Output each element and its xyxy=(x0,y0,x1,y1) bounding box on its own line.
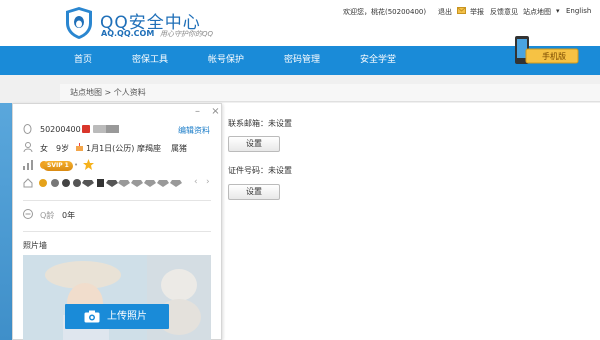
star-icon xyxy=(83,159,94,172)
welcome-text: 欢迎您，桃花(50200400) xyxy=(343,8,427,16)
profile-card: – × 50200400 编辑资料 女 9岁 1月1日(公历) 摩羯座 属猪 S… xyxy=(12,103,222,340)
upload-photo-label: 上传照片 xyxy=(107,311,147,322)
chinese-zodiac: 属猪 xyxy=(171,144,187,153)
mail-icon[interactable] xyxy=(457,7,466,16)
upload-photo-button[interactable]: 上传照片 xyxy=(65,304,169,329)
site-domain: AQ.QQ.COM xyxy=(101,29,155,38)
nav-item-password[interactable]: 密码管理 xyxy=(272,46,332,75)
site-slogan: 用心守护你的QQ xyxy=(160,30,214,38)
nav-item-home[interactable]: 首页 xyxy=(56,46,110,75)
level-badge-icon xyxy=(93,125,119,135)
mobile-version-label: 手机版 xyxy=(542,52,566,61)
q-age-value: 0年 xyxy=(62,211,76,220)
svip-badge: SVIP 1 xyxy=(43,161,73,171)
badge-icons-row xyxy=(39,178,189,188)
age: 9岁 xyxy=(56,144,70,153)
qq-penguin-icon xyxy=(23,124,32,137)
top-bar: 欢迎您，桃花(50200400) 退出 举报 反馈意见 站点地图 ▾ Engli… xyxy=(0,7,600,17)
mobile-version-badge[interactable]: 手机版 xyxy=(512,34,582,68)
close-button[interactable]: × xyxy=(211,106,219,117)
set-id-button[interactable]: 设置 xyxy=(228,184,280,200)
camera-icon xyxy=(84,310,100,323)
vip-badge-icon xyxy=(82,125,90,135)
dot-separator: • xyxy=(74,161,79,169)
divider xyxy=(23,231,211,232)
minimize-button[interactable]: – xyxy=(195,106,200,117)
main-nav: 首页 密保工具 帐号保护 密码管理 安全学堂 xyxy=(0,46,600,75)
q-age-icon xyxy=(23,209,33,222)
chevron-down-icon[interactable]: ▾ xyxy=(556,7,560,15)
chevron-left-icon[interactable]: ‹ xyxy=(194,177,198,187)
set-email-button[interactable]: 设置 xyxy=(228,136,280,152)
feedback-link[interactable]: 反馈意见 xyxy=(490,7,518,17)
zodiac: 摩羯座 xyxy=(137,144,161,153)
birthday: 1月1日(公历) xyxy=(86,144,135,153)
photo-wall-label: 照片墙 xyxy=(23,241,47,250)
sitemap-link[interactable]: 站点地图 xyxy=(523,7,551,17)
email-status: 联系邮箱：未设置 xyxy=(228,119,292,128)
cake-icon xyxy=(75,142,84,154)
chevron-right-icon[interactable]: › xyxy=(206,177,210,187)
header: QQ安全中心 AQ.QQ.COM 用心守护你的QQ 欢迎您，桃花(5020040… xyxy=(0,0,600,46)
divider xyxy=(23,200,211,201)
q-age-label: Q龄 xyxy=(40,211,55,220)
user-icon xyxy=(23,142,33,155)
nav-item-security-school[interactable]: 安全学堂 xyxy=(348,46,408,75)
logout-link[interactable]: 退出 xyxy=(438,7,452,17)
edit-profile-link[interactable]: 编辑资料 xyxy=(178,125,210,136)
nav-item-account-protection[interactable]: 帐号保护 xyxy=(196,46,256,75)
background-panel xyxy=(0,103,12,340)
breadcrumb: 站点地图 > 个人资料 xyxy=(60,84,600,102)
nav-item-security-tools[interactable]: 密保工具 xyxy=(120,46,180,75)
qq-number: 50200400 xyxy=(40,125,81,134)
english-link[interactable]: English xyxy=(566,7,591,15)
level-bars-icon xyxy=(23,160,33,173)
report-link[interactable]: 举报 xyxy=(470,7,484,17)
gender: 女 xyxy=(40,144,48,153)
home-icon xyxy=(23,178,33,191)
id-status: 证件号码：未设置 xyxy=(228,166,292,175)
